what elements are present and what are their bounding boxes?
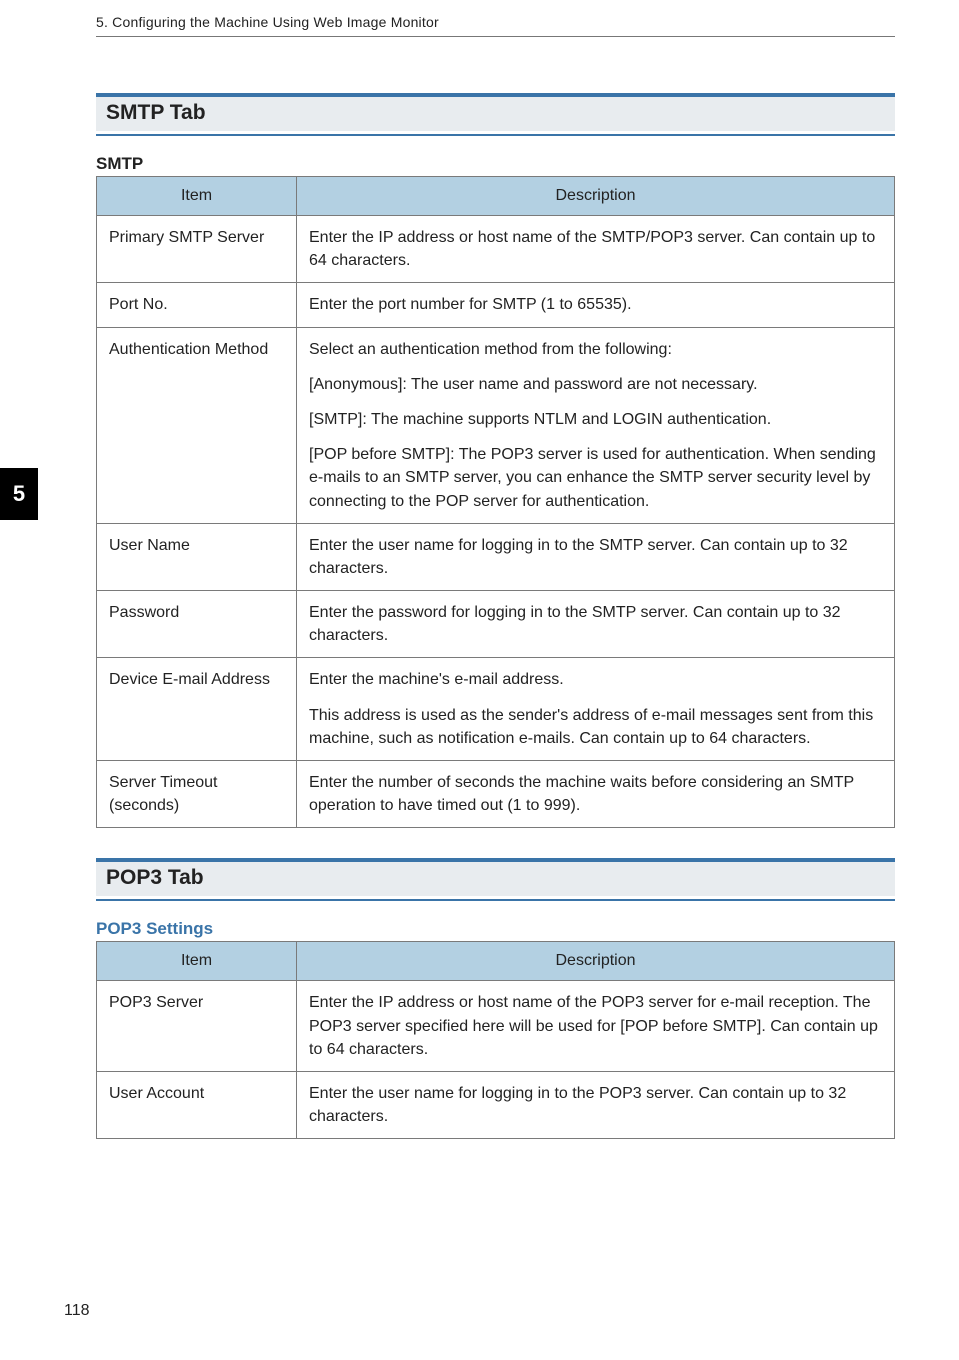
- desc-cell: Enter the number of seconds the machine …: [297, 761, 895, 828]
- desc-para: Enter the number of seconds the machine …: [309, 771, 882, 817]
- item-cell: Authentication Method: [97, 327, 297, 523]
- running-head: 5. Configuring the Machine Using Web Ima…: [96, 14, 895, 37]
- table-row: User Account Enter the user name for log…: [97, 1071, 895, 1138]
- document-page: 5. Configuring the Machine Using Web Ima…: [0, 0, 959, 1360]
- table-row: Device E-mail Address Enter the machine'…: [97, 658, 895, 761]
- item-cell: Primary SMTP Server: [97, 216, 297, 283]
- desc-cell: Enter the machine's e-mail address. This…: [297, 658, 895, 761]
- desc-para: Select an authentication method from the…: [309, 338, 882, 361]
- table-header-row: Item Description: [97, 177, 895, 216]
- desc-cell: Enter the user name for logging in to th…: [297, 523, 895, 590]
- item-cell: User Account: [97, 1071, 297, 1138]
- desc-para: Enter the user name for logging in to th…: [309, 534, 882, 580]
- sub-title-pop3: POP3 Settings: [96, 919, 895, 939]
- desc-cell: Enter the user name for logging in to th…: [297, 1071, 895, 1138]
- table-row: User Name Enter the user name for loggin…: [97, 523, 895, 590]
- chapter-side-tab: 5: [0, 468, 38, 520]
- section-title-pop3: POP3 Tab: [106, 866, 885, 890]
- section-pop3: POP3 Tab POP3 Settings Item Description …: [96, 858, 895, 1139]
- desc-para: Enter the IP address or host name of the…: [309, 991, 882, 1061]
- desc-cell: Select an authentication method from the…: [297, 327, 895, 523]
- item-cell: Password: [97, 591, 297, 658]
- table-row: Port No. Enter the port number for SMTP …: [97, 283, 895, 327]
- table-row: Server Timeout (seconds) Enter the numbe…: [97, 761, 895, 828]
- desc-para: Enter the password for logging in to the…: [309, 601, 882, 647]
- section-title-smtp: SMTP Tab: [106, 101, 885, 125]
- desc-cell: Enter the port number for SMTP (1 to 655…: [297, 283, 895, 327]
- page-number: 118: [64, 1302, 90, 1320]
- item-cell: User Name: [97, 523, 297, 590]
- table-row: POP3 Server Enter the IP address or host…: [97, 981, 895, 1072]
- table-pop3: Item Description POP3 Server Enter the I…: [96, 941, 895, 1139]
- table-row: Authentication Method Select an authenti…: [97, 327, 895, 523]
- desc-cell: Enter the IP address or host name of the…: [297, 216, 895, 283]
- col-item: Item: [97, 177, 297, 216]
- item-cell: POP3 Server: [97, 981, 297, 1072]
- item-cell: Device E-mail Address: [97, 658, 297, 761]
- col-description: Description: [297, 177, 895, 216]
- desc-para: This address is used as the sender's add…: [309, 704, 882, 750]
- section-heading-band: POP3 Tab: [96, 862, 895, 896]
- table-smtp: Item Description Primary SMTP Server Ent…: [96, 176, 895, 828]
- desc-cell: Enter the IP address or host name of the…: [297, 981, 895, 1072]
- section-rule: [96, 134, 895, 136]
- table-row: Password Enter the password for logging …: [97, 591, 895, 658]
- section-rule: [96, 899, 895, 901]
- item-cell: Port No.: [97, 283, 297, 327]
- table-header-row: Item Description: [97, 942, 895, 981]
- section-smtp: SMTP Tab SMTP Item Description Primary S…: [96, 93, 895, 828]
- desc-para: [SMTP]: The machine supports NTLM and LO…: [309, 408, 882, 431]
- desc-para: [POP before SMTP]: The POP3 server is us…: [309, 443, 882, 513]
- desc-para: Enter the machine's e-mail address.: [309, 668, 882, 691]
- desc-para: Enter the IP address or host name of the…: [309, 226, 882, 272]
- col-description: Description: [297, 942, 895, 981]
- item-cell: Server Timeout (seconds): [97, 761, 297, 828]
- desc-para: Enter the port number for SMTP (1 to 655…: [309, 293, 882, 316]
- table-row: Primary SMTP Server Enter the IP address…: [97, 216, 895, 283]
- desc-para: [Anonymous]: The user name and password …: [309, 373, 882, 396]
- desc-para: Enter the user name for logging in to th…: [309, 1082, 882, 1128]
- section-heading-band: SMTP Tab: [96, 97, 895, 131]
- desc-cell: Enter the password for logging in to the…: [297, 591, 895, 658]
- sub-title-smtp: SMTP: [96, 154, 895, 174]
- col-item: Item: [97, 942, 297, 981]
